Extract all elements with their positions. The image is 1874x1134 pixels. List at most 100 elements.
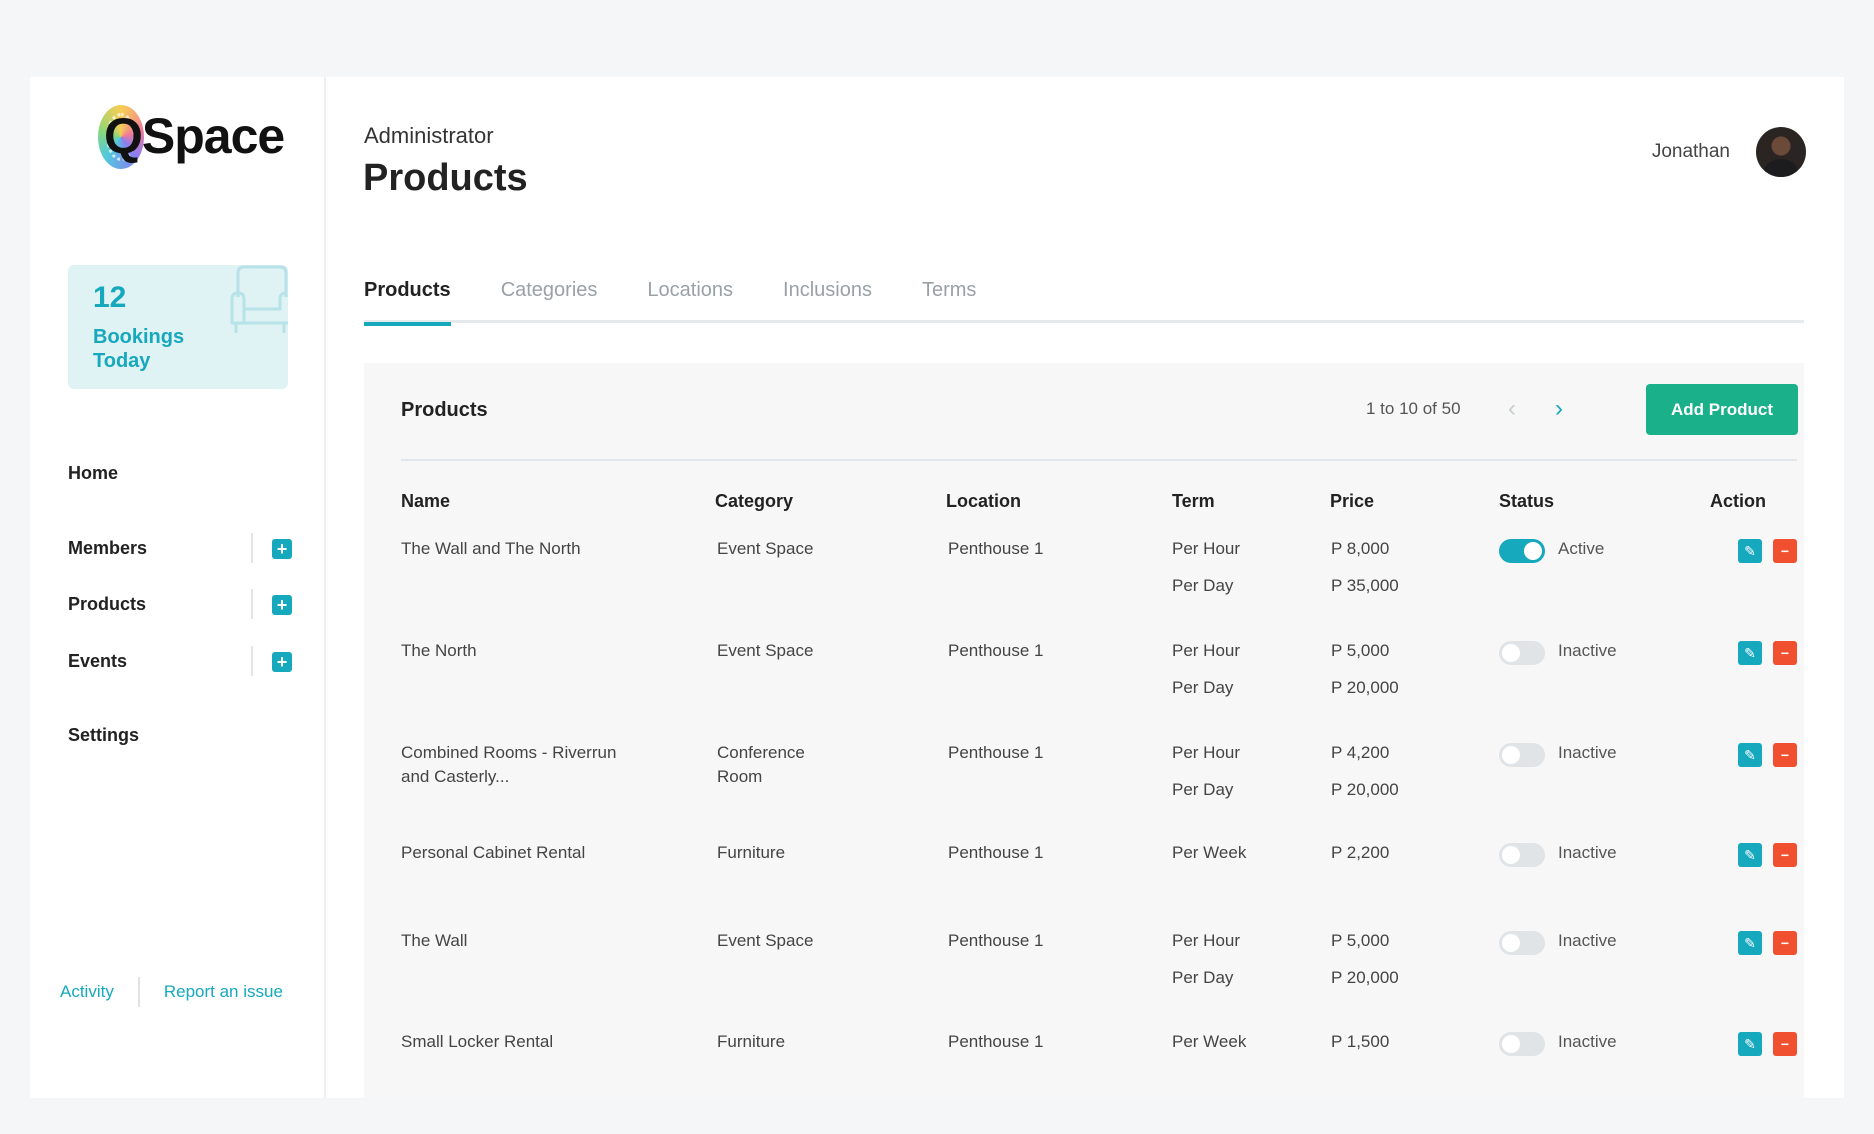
nav-separator bbox=[251, 646, 253, 676]
status-toggle[interactable] bbox=[1499, 539, 1545, 563]
logo[interactable]: QSpace bbox=[98, 101, 298, 181]
page-title: Products bbox=[363, 157, 528, 199]
delete-minus-icon[interactable]: − bbox=[1773, 931, 1797, 955]
toggle-knob bbox=[1502, 1035, 1520, 1053]
products-panel: Products 1 to 10 of 50 ‹ › Add Product N… bbox=[364, 363, 1804, 1098]
edit-pencil-icon[interactable]: ✎ bbox=[1738, 843, 1762, 867]
tab-locations[interactable]: Locations bbox=[647, 273, 733, 323]
table-row-price: P 5,000 bbox=[1331, 641, 1390, 660]
add-product-button[interactable]: Add Product bbox=[1646, 384, 1798, 435]
toggle-knob bbox=[1502, 934, 1520, 952]
delete-minus-icon[interactable]: − bbox=[1773, 1032, 1797, 1056]
nav-home[interactable]: Home bbox=[68, 458, 288, 488]
table-row-term: Per Hour bbox=[1172, 743, 1241, 762]
nav-products-label: Products bbox=[68, 593, 147, 614]
table-row-term: Per Hour bbox=[1172, 641, 1241, 660]
status-toggle[interactable] bbox=[1499, 843, 1545, 867]
nav-products[interactable]: Products + bbox=[68, 589, 292, 619]
table-row-name[interactable]: The Wall and The North bbox=[401, 537, 621, 561]
table-row-name[interactable]: Small Locker Rental bbox=[401, 1030, 621, 1054]
table-row-name[interactable]: Combined Rooms - Riverrun and Casterly..… bbox=[401, 741, 621, 789]
table-row-term: Per Week bbox=[1172, 1032, 1247, 1051]
tab-products[interactable]: Products bbox=[364, 273, 451, 326]
status-toggle[interactable] bbox=[1499, 931, 1545, 955]
table-row-location: Penthouse 1 bbox=[948, 539, 1044, 558]
edit-pencil-icon[interactable]: ✎ bbox=[1738, 1032, 1762, 1056]
tab-categories[interactable]: Categories bbox=[501, 273, 598, 323]
nav-events-label: Events bbox=[68, 650, 128, 671]
column-header-name: Name bbox=[401, 491, 451, 511]
edit-pencil-icon[interactable]: ✎ bbox=[1738, 539, 1762, 563]
bookings-label: Bookings Today bbox=[93, 326, 185, 372]
panel-divider bbox=[401, 459, 1797, 461]
table-row-name[interactable]: Personal Cabinet Rental bbox=[401, 841, 621, 865]
nav-settings-label: Settings bbox=[68, 724, 140, 745]
table-row-category: Event Space bbox=[717, 539, 814, 558]
column-header-location: Location bbox=[946, 491, 1021, 511]
table-row-category: Event Space bbox=[717, 641, 814, 660]
nav-members-label: Members bbox=[68, 537, 148, 558]
footer-divider bbox=[137, 977, 140, 1007]
table-row-location: Penthouse 1 bbox=[948, 641, 1044, 660]
table-row-price-secondary: P 20,000 bbox=[1331, 678, 1399, 697]
nav-separator bbox=[251, 533, 253, 563]
table-row-price: P 2,200 bbox=[1331, 843, 1390, 862]
edit-pencil-icon[interactable]: ✎ bbox=[1738, 743, 1762, 767]
table-row-location: Penthouse 1 bbox=[948, 1032, 1044, 1051]
pagination-label: 1 to 10 of 50 bbox=[1366, 399, 1461, 418]
user-menu[interactable]: Jonathan bbox=[1652, 127, 1806, 177]
panel-title: Products bbox=[401, 399, 488, 421]
add-event-plus-icon[interactable]: + bbox=[272, 652, 292, 672]
nav-settings[interactable]: Settings bbox=[68, 720, 288, 750]
table-row-name[interactable]: The Wall bbox=[401, 929, 621, 953]
nav-members[interactable]: Members + bbox=[68, 533, 292, 563]
table-row-term-secondary: Per Day bbox=[1172, 576, 1234, 595]
edit-pencil-icon[interactable]: ✎ bbox=[1738, 641, 1762, 665]
status-label: Inactive bbox=[1558, 1032, 1617, 1051]
tab-terms[interactable]: Terms bbox=[922, 273, 976, 323]
column-header-term: Term bbox=[1172, 491, 1215, 511]
table-row-price-secondary: P 35,000 bbox=[1331, 576, 1399, 595]
avatar[interactable] bbox=[1756, 127, 1806, 177]
status-toggle[interactable] bbox=[1499, 641, 1545, 665]
table-row-name[interactable]: The North bbox=[401, 639, 621, 663]
tab-inclusions[interactable]: Inclusions bbox=[783, 273, 872, 323]
toggle-knob bbox=[1502, 746, 1520, 764]
table-row-price: P 8,000 bbox=[1331, 539, 1390, 558]
table-row-term-secondary: Per Day bbox=[1172, 968, 1234, 987]
nav-events[interactable]: Events + bbox=[68, 646, 292, 676]
table-row-category: Furniture bbox=[717, 843, 786, 862]
status-label: Inactive bbox=[1558, 931, 1617, 950]
column-header-status: Status bbox=[1499, 491, 1555, 511]
add-member-plus-icon[interactable]: + bbox=[272, 539, 292, 559]
tab-bar: Products Categories Locations Inclusions… bbox=[364, 273, 1804, 326]
prev-page-chevron-icon[interactable]: ‹ bbox=[1500, 394, 1524, 424]
table-row-category: Conference Room bbox=[717, 743, 805, 786]
bookings-today-card[interactable]: 12 Bookings Today bbox=[68, 265, 288, 389]
column-header-category: Category bbox=[715, 491, 794, 511]
table-row-location: Penthouse 1 bbox=[948, 931, 1044, 950]
table-row-price: P 4,200 bbox=[1331, 743, 1390, 762]
table-row-term: Per Hour bbox=[1172, 539, 1241, 558]
toggle-knob bbox=[1524, 542, 1542, 560]
status-label: Inactive bbox=[1558, 641, 1617, 660]
edit-pencil-icon[interactable]: ✎ bbox=[1738, 931, 1762, 955]
table-row-price: P 1,500 bbox=[1331, 1032, 1390, 1051]
status-toggle[interactable] bbox=[1499, 743, 1545, 767]
delete-minus-icon[interactable]: − bbox=[1773, 843, 1797, 867]
status-label: Inactive bbox=[1558, 843, 1617, 862]
role-label: Administrator bbox=[364, 123, 494, 148]
nav-separator bbox=[251, 589, 253, 619]
status-toggle[interactable] bbox=[1499, 1032, 1545, 1056]
next-page-chevron-icon[interactable]: › bbox=[1547, 394, 1571, 424]
delete-minus-icon[interactable]: − bbox=[1773, 539, 1797, 563]
add-product-plus-icon[interactable]: + bbox=[272, 595, 292, 615]
report-issue-link[interactable]: Report an issue bbox=[164, 982, 283, 1002]
toggle-knob bbox=[1502, 644, 1520, 662]
user-name: Jonathan bbox=[1651, 141, 1730, 162]
table-row-term-secondary: Per Day bbox=[1172, 678, 1234, 697]
activity-link[interactable]: Activity bbox=[60, 982, 114, 1002]
delete-minus-icon[interactable]: − bbox=[1773, 743, 1797, 767]
table-row-price: P 5,000 bbox=[1331, 931, 1390, 950]
delete-minus-icon[interactable]: − bbox=[1773, 641, 1797, 665]
